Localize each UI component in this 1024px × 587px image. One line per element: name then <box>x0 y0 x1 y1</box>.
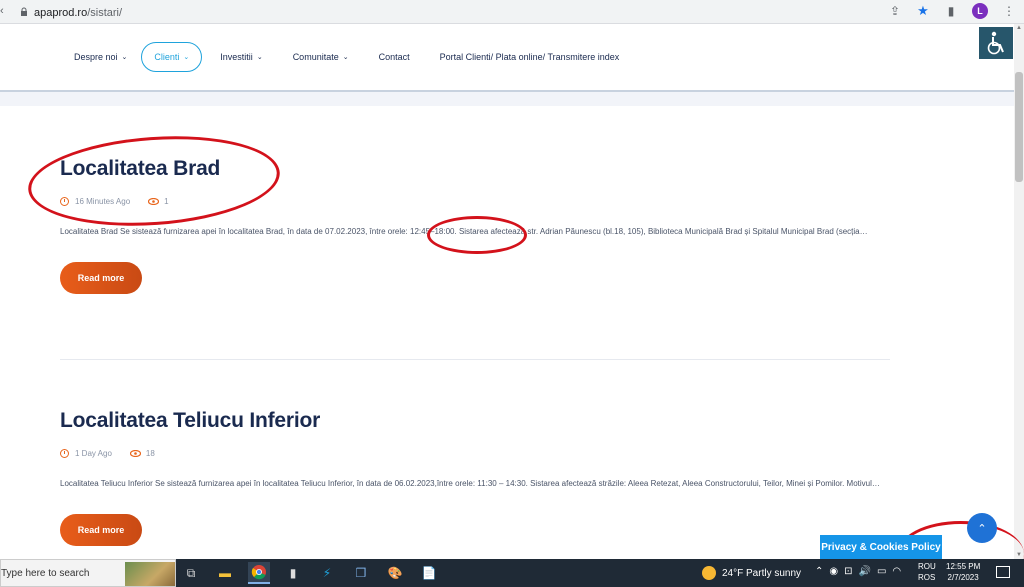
notepad-icon[interactable]: 📄 <box>418 562 440 584</box>
eye-icon <box>129 450 141 457</box>
scroll-thumb[interactable] <box>1015 72 1023 182</box>
profile-avatar[interactable]: L <box>972 3 988 19</box>
page-scrollbar[interactable]: ▲ ▼ <box>1014 24 1024 559</box>
paint-icon[interactable]: 🎨 <box>384 562 406 584</box>
post-divider <box>60 359 890 360</box>
battery-icon[interactable]: ▭ <box>877 566 886 577</box>
nav-item-despre-noi[interactable]: Despre noi ⌄ <box>74 42 127 72</box>
eye-icon <box>148 198 160 205</box>
post-card: Localitatea Teliucu Inferior 1 Day Ago 1… <box>60 409 900 546</box>
main-nav: Despre noi ⌄ Clienti ⌄ Investitii ⌄ Comunit… <box>74 42 649 72</box>
read-more-button[interactable]: Read more <box>60 262 142 294</box>
post-views: 18 <box>145 449 155 458</box>
search-placeholder: Type here to search <box>1 568 90 579</box>
post-title[interactable]: Localitatea Teliucu Inferior <box>60 409 900 433</box>
browser-toolbar: ‹ apaprod.ro/sistari/ ⇪ ★ ▮ L ⋮ <box>0 0 1024 24</box>
url-text[interactable]: apaprod.ro/sistari/ <box>34 7 122 19</box>
scroll-up-arrow-icon[interactable]: ▲ <box>1016 25 1022 31</box>
language-indicator[interactable]: ROU ROS <box>918 561 936 583</box>
post-time-ago: 16 Minutes Ago <box>75 197 131 206</box>
lock-icon[interactable] <box>20 7 28 17</box>
clock-time: 12:55 PM <box>946 562 981 571</box>
network-icon[interactable]: ⊡ <box>844 566 852 577</box>
wifi-icon[interactable]: ◠ <box>892 566 901 577</box>
back-arrow-icon[interactable]: ‹ <box>0 5 4 17</box>
privacy-cookies-button[interactable]: Privacy & Cookies Policy <box>820 535 942 559</box>
bookmark-star-icon[interactable]: ★ <box>916 3 930 18</box>
nav-item-clienti[interactable]: Clienti ⌄ <box>141 42 203 72</box>
system-tray: ⌃ ◉ ⊡ 🔊 ▭ ◠ <box>815 566 901 577</box>
nav-item-investitii[interactable]: Investitii ⌄ <box>220 42 262 72</box>
back-to-top-button[interactable]: ⌃ <box>967 513 997 543</box>
app-icon-1[interactable]: ▮ <box>282 562 304 584</box>
side-panel-icon[interactable]: ▮ <box>944 4 958 18</box>
lang-layout: ROS <box>918 573 936 582</box>
nav-item-contact[interactable]: Contact <box>379 42 410 72</box>
post-meta: 1 Day Ago 18 <box>60 449 900 458</box>
chevron-down-icon: ⌄ <box>183 54 190 61</box>
nav-item-comunitate[interactable]: Comunitate ⌄ <box>293 42 349 72</box>
clock-icon <box>60 197 69 206</box>
scroll-down-arrow-icon[interactable]: ▼ <box>1016 552 1022 558</box>
nav-item-portal-clienti[interactable]: Portal Clienti/ Plata online/ Transmiter… <box>440 42 620 72</box>
chevron-down-icon: ⌄ <box>342 54 349 61</box>
app-icon-3[interactable]: ❒ <box>350 562 372 584</box>
post-time-ago: 1 Day Ago <box>75 449 112 458</box>
chevron-down-icon: ⌄ <box>121 54 128 61</box>
chevron-down-icon: ⌄ <box>256 54 263 61</box>
file-explorer-icon[interactable]: ▬ <box>214 562 236 584</box>
chrome-icon[interactable] <box>248 562 270 584</box>
taskbar-clock[interactable]: 12:55 PM 2/7/2023 <box>946 561 980 583</box>
menu-kebab-icon[interactable]: ⋮ <box>1002 4 1016 18</box>
wheelchair-icon <box>987 31 1004 55</box>
task-view-icon[interactable]: ⧉ <box>180 562 202 584</box>
clock-date: 2/7/2023 <box>947 573 979 582</box>
address-bar[interactable]: ‹ apaprod.ro/sistari/ <box>0 2 900 22</box>
weather-widget[interactable]: 24°F Partly sunny <box>702 566 801 580</box>
post-excerpt: Localitatea Brad Se sistează furnizarea … <box>60 227 868 236</box>
share-icon[interactable]: ⇪ <box>888 4 902 18</box>
chevron-up-icon[interactable]: ⌃ <box>815 566 823 577</box>
post-title[interactable]: Localitatea Brad <box>60 157 900 181</box>
site-header: Despre noi ⌄ Clienti ⌄ Investitii ⌄ Comunit… <box>0 24 1014 92</box>
weather-text: 24°F Partly sunny <box>722 567 802 579</box>
notification-center-icon[interactable] <box>996 566 1010 578</box>
partly-sunny-icon <box>702 566 716 580</box>
lang-code: ROU <box>918 562 936 571</box>
taskbar-search-input[interactable]: Type here to search <box>0 559 176 587</box>
post-views: 1 <box>164 197 169 206</box>
windows-taskbar: Type here to search ⧉ ▬ ▮ ⚡ ❒ 🎨 📄 24°F P… <box>0 559 1024 587</box>
post-meta: 16 Minutes Ago 1 <box>60 197 900 206</box>
app-icon-2[interactable]: ⚡ <box>316 562 338 584</box>
accessibility-button[interactable] <box>979 27 1013 59</box>
read-more-button[interactable]: Read more <box>60 514 142 546</box>
post-card: Localitatea Brad 16 Minutes Ago 1 Locali… <box>60 157 900 294</box>
search-highlight-image <box>125 562 175 586</box>
volume-icon[interactable]: 🔊 <box>859 566 871 577</box>
chevron-up-icon: ⌃ <box>977 522 987 535</box>
record-icon[interactable]: ◉ <box>829 566 838 577</box>
header-band <box>0 92 1014 106</box>
clock-icon <box>60 449 69 458</box>
post-excerpt: Localitatea Teliucu Inferior Se sistează… <box>60 479 880 488</box>
